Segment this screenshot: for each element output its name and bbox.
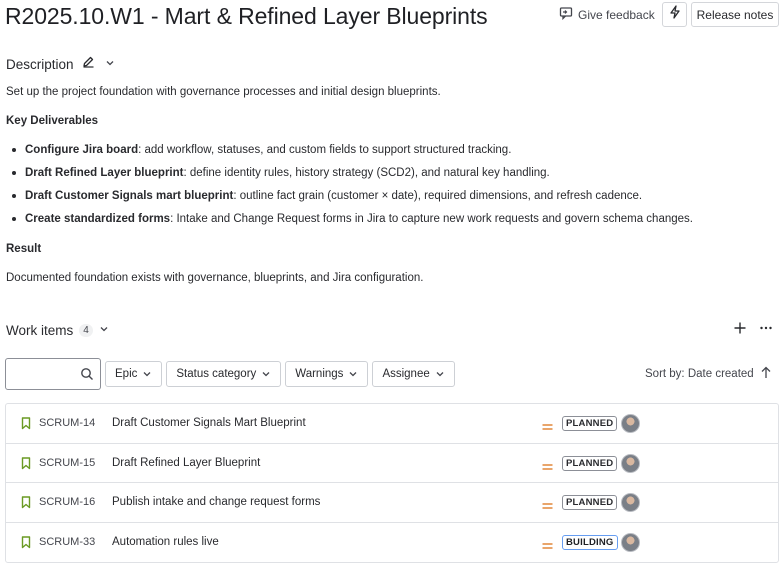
add-icon[interactable]: [733, 321, 747, 340]
issue-summary[interactable]: Draft Refined Layer Blueprint: [112, 457, 260, 469]
work-items-label: Work items: [6, 322, 74, 338]
priority-medium-icon: [542, 537, 553, 555]
arrow-up-icon: [760, 366, 772, 382]
deliverables-list: Configure Jira board: add workflow, stat…: [6, 143, 693, 235]
sort-control[interactable]: Sort by: Date created: [645, 366, 772, 382]
avatar[interactable]: [621, 414, 640, 433]
release-notes-button[interactable]: Release notes: [691, 2, 779, 27]
filter-assignee[interactable]: Assignee: [372, 361, 455, 387]
description-intro: Set up the project foundation with gover…: [6, 86, 441, 98]
search-icon: [80, 367, 94, 386]
work-items-header: Work items 4: [6, 321, 109, 339]
table-row[interactable]: SCRUM-33 Automation rules live BUILDING: [6, 523, 778, 563]
status-badge[interactable]: PLANNED: [562, 495, 618, 510]
filter-status-category[interactable]: Status category: [166, 361, 282, 387]
filter-epic[interactable]: Epic: [105, 361, 163, 387]
work-items-count-badge: 4: [79, 323, 93, 337]
chevron-down-icon: [349, 372, 357, 377]
edit-icon[interactable]: [82, 55, 95, 73]
key-deliverables-heading: Key Deliverables: [6, 115, 99, 127]
story-icon: [21, 496, 31, 514]
avatar[interactable]: [621, 453, 640, 473]
result-text: Documented foundation exists with govern…: [6, 272, 424, 284]
automation-button[interactable]: [662, 2, 687, 27]
feedback-icon: [559, 6, 573, 23]
table-row[interactable]: SCRUM-14 Draft Customer Signals Mart Blu…: [6, 404, 778, 444]
priority-medium-icon: [542, 418, 553, 436]
work-items-actions: [733, 321, 773, 340]
description-label: Description: [6, 56, 74, 72]
issue-summary[interactable]: Automation rules live: [112, 536, 219, 548]
filter-warnings[interactable]: Warnings: [285, 361, 369, 387]
lightning-icon: [669, 5, 681, 24]
priority-medium-icon: [542, 497, 553, 515]
chevron-down-icon: [143, 372, 151, 377]
more-icon[interactable]: [759, 321, 773, 340]
chevron-down-icon[interactable]: [105, 55, 115, 73]
issue-key[interactable]: SCRUM-14: [39, 417, 95, 429]
issue-summary[interactable]: Draft Customer Signals Mart Blueprint: [112, 417, 306, 429]
list-item: Draft Refined Layer blueprint: define id…: [6, 166, 693, 189]
issue-key[interactable]: SCRUM-16: [39, 496, 95, 508]
avatar[interactable]: [621, 493, 640, 512]
feedback-label: Give feedback: [578, 7, 655, 22]
list-item: Create standardized forms: Intake and Ch…: [6, 212, 693, 235]
description-header: Description: [6, 55, 115, 73]
story-icon: [21, 417, 31, 435]
page-title: R2025.10.W1 - Mart & Refined Layer Bluep…: [5, 3, 488, 29]
story-icon: [21, 535, 31, 554]
chevron-down-icon: [436, 372, 444, 377]
search-input[interactable]: [5, 358, 101, 390]
work-items-table: SCRUM-14 Draft Customer Signals Mart Blu…: [5, 403, 779, 563]
issue-summary[interactable]: Publish intake and change request forms: [112, 496, 320, 508]
filter-bar: Epic Status category Warnings Assignee: [5, 358, 455, 390]
result-heading: Result: [6, 243, 42, 255]
status-badge[interactable]: PLANNED: [562, 455, 618, 471]
list-item: Draft Customer Signals mart blueprint: o…: [6, 189, 693, 212]
sort-label: Sort by: Date created: [645, 368, 754, 380]
list-item: Configure Jira board: add workflow, stat…: [6, 143, 693, 166]
chevron-down-icon: [262, 372, 270, 377]
status-badge[interactable]: PLANNED: [562, 416, 618, 431]
avatar[interactable]: [621, 532, 640, 552]
status-badge[interactable]: BUILDING: [562, 534, 618, 550]
table-row[interactable]: SCRUM-16 Publish intake and change reque…: [6, 483, 778, 523]
chevron-down-icon[interactable]: [99, 321, 109, 339]
give-feedback-button[interactable]: Give feedback: [559, 6, 655, 23]
issue-key[interactable]: SCRUM-33: [39, 536, 95, 548]
priority-medium-icon: [542, 458, 553, 476]
story-icon: [21, 456, 31, 475]
table-row[interactable]: SCRUM-15 Draft Refined Layer Blueprint P…: [6, 444, 778, 483]
issue-key[interactable]: SCRUM-15: [39, 457, 95, 469]
